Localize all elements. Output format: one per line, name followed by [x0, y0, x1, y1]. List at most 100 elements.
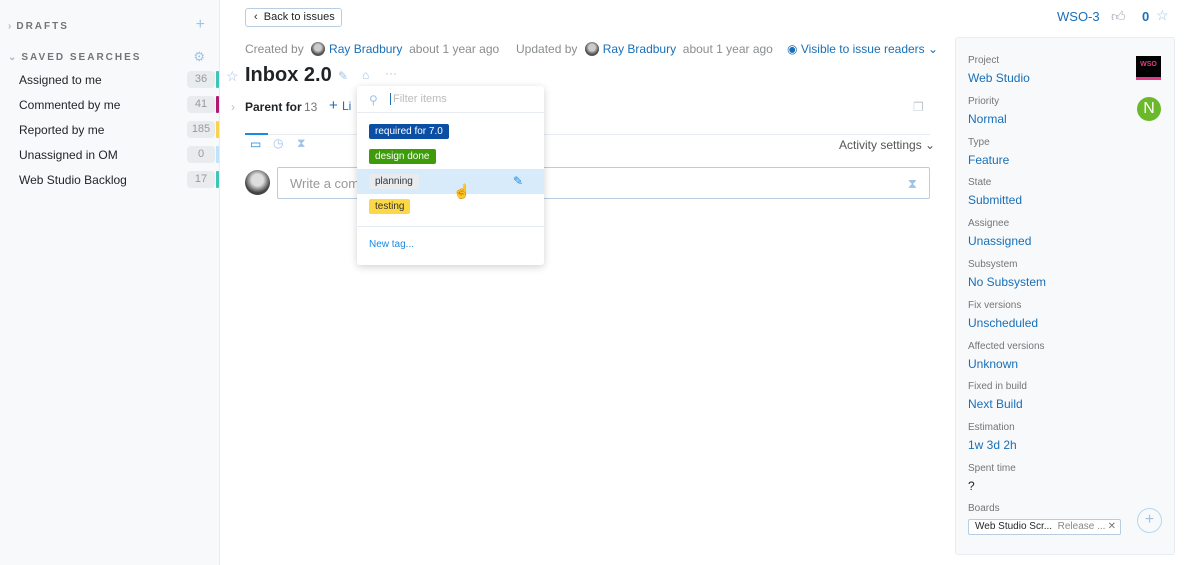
- saved-search-count: 17: [187, 171, 215, 188]
- add-board-button[interactable]: +: [1137, 508, 1162, 533]
- saved-search-label: Unassigned in OM: [19, 148, 118, 162]
- parent-count: 13: [304, 100, 318, 114]
- parent-for-label[interactable]: Parent for: [245, 100, 302, 114]
- active-tab-indicator: [245, 133, 268, 135]
- saved-search-label: Reported by me: [19, 123, 105, 137]
- saved-search-label: Assigned to me: [19, 73, 102, 87]
- updated-meta: Updated by Ray Bradbury about 1 year ago: [516, 42, 773, 56]
- vote-count: 0: [1142, 9, 1150, 24]
- drafts-section[interactable]: › DRAFTS: [8, 21, 69, 32]
- field-label: Subsystem: [968, 259, 1018, 270]
- copy-icon[interactable]: ❐: [913, 100, 924, 114]
- saved-search-item[interactable]: Commented by me 41: [19, 95, 219, 115]
- field-value[interactable]: Web Studio: [968, 71, 1030, 85]
- tag-option[interactable]: testing: [369, 199, 411, 214]
- eye-icon: ◉: [787, 42, 798, 56]
- saved-search-label: Web Studio Backlog: [19, 173, 127, 187]
- back-to-issues-button[interactable]: ‹ Back to issues: [245, 8, 342, 27]
- hand-cursor-icon: ☝: [453, 183, 471, 199]
- close-icon[interactable]: ✕: [1108, 520, 1116, 534]
- thumbs-up-icon[interactable]: 👍︎: [1111, 8, 1126, 25]
- visibility-label: Visible to issue readers: [800, 42, 925, 56]
- timer-tab-icon[interactable]: ◷: [273, 136, 283, 150]
- field-label: Spent time: [968, 463, 1016, 474]
- saved-search-item[interactable]: Assigned to me 36: [19, 70, 219, 90]
- color-marker: [216, 71, 219, 88]
- filter-input[interactable]: Filter items: [390, 93, 447, 105]
- activity-settings-label: Activity settings: [839, 138, 922, 152]
- board-name: Web Studio Scr...: [975, 521, 1053, 532]
- field-value[interactable]: Unscheduled: [968, 316, 1038, 330]
- field-value[interactable]: Normal: [968, 112, 1007, 126]
- field-value[interactable]: Feature: [968, 153, 1009, 167]
- saved-search-item[interactable]: Reported by me 185: [19, 120, 219, 140]
- color-marker: [216, 146, 219, 163]
- color-marker: [216, 171, 219, 188]
- field-label: Estimation: [968, 422, 1015, 434]
- tag-option[interactable]: planning: [369, 174, 419, 189]
- field-value[interactable]: 1w 3d 2h: [968, 438, 1017, 452]
- tag-dropdown: ⚲ Filter items required for 7.0 design do…: [357, 86, 544, 265]
- field-label: State: [968, 177, 992, 189]
- field-value[interactable]: Unassigned: [968, 234, 1031, 248]
- pencil-icon[interactable]: ✎: [513, 174, 523, 188]
- updated-ago: about 1 year ago: [682, 42, 773, 56]
- field-label: Type: [968, 136, 990, 148]
- saved-search-item[interactable]: Unassigned in OM 0: [19, 145, 219, 165]
- field-value[interactable]: Unknown: [968, 357, 1018, 371]
- saved-search-label: Commented by me: [19, 98, 121, 112]
- hourglass-tab-icon[interactable]: ⧗: [297, 136, 305, 151]
- star-icon[interactable]: ☆: [1156, 7, 1169, 24]
- issue-id[interactable]: WSO-3: [1057, 9, 1100, 24]
- field-label: Fix versions: [968, 299, 1022, 311]
- drafts-label: DRAFTS: [16, 21, 69, 32]
- board-chip[interactable]: Web Studio Scr... Release ... ✕: [968, 519, 1121, 535]
- more-icon[interactable]: ···: [385, 66, 397, 80]
- hourglass-icon[interactable]: ⧗: [908, 176, 917, 192]
- saved-search-item[interactable]: Web Studio Backlog 17: [19, 170, 219, 190]
- avatar: [311, 42, 326, 56]
- color-marker: [216, 121, 219, 138]
- saved-search-count: 36: [187, 71, 215, 88]
- board-sprint: Release ...: [1057, 521, 1106, 532]
- link-label: Li: [341, 99, 352, 113]
- chevron-right-icon[interactable]: ›: [231, 100, 235, 114]
- saved-search-count: 41: [187, 96, 215, 113]
- tag-option[interactable]: design done: [369, 149, 436, 164]
- field-label: Project: [968, 55, 1000, 66]
- gear-icon[interactable]: ⚙: [193, 49, 205, 65]
- comments-tab-icon[interactable]: ▭: [250, 137, 261, 151]
- field-label: Assignee: [968, 218, 1010, 230]
- updater-link[interactable]: Ray Bradbury: [603, 42, 676, 56]
- creator-link[interactable]: Ray Bradbury: [329, 42, 402, 56]
- field-value[interactable]: No Subsystem: [968, 275, 1046, 289]
- field-label: Priority: [968, 95, 1000, 107]
- fields-panel: Project Web Studio Priority Normal Type Featu…: [955, 37, 1175, 555]
- updated-by-label: Updated by: [516, 42, 578, 56]
- comment-placeholder: Write a com: [290, 176, 360, 191]
- avatar: [245, 170, 270, 195]
- saved-searches-section[interactable]: ⌄ SAVED SEARCHES: [8, 52, 141, 63]
- field-label: Affected versions: [968, 340, 1045, 352]
- created-ago: about 1 year ago: [409, 42, 500, 56]
- field-label: Fixed in build: [968, 381, 1027, 393]
- activity-settings-button[interactable]: Activity settings ⌄: [839, 138, 935, 152]
- back-label: Back to issues: [263, 11, 335, 23]
- add-draft-icon[interactable]: +: [196, 16, 205, 34]
- pencil-icon[interactable]: ✎: [338, 69, 348, 83]
- avatar: [584, 42, 599, 56]
- tag-option[interactable]: required for 7.0: [369, 124, 449, 139]
- new-tag-link[interactable]: New tag...: [369, 239, 414, 250]
- color-marker: [216, 96, 219, 113]
- field-value[interactable]: ?: [968, 479, 975, 493]
- field-value[interactable]: Submitted: [968, 193, 1022, 207]
- star-icon[interactable]: ☆: [226, 68, 239, 85]
- field-value[interactable]: Next Build: [968, 397, 1023, 411]
- sidebar: › DRAFTS + ⌄ SAVED SEARCHES ⚙ Assigned to …: [0, 0, 220, 565]
- tag-icon[interactable]: ⌂: [362, 68, 369, 82]
- visibility-button[interactable]: ◉ Visible to issue readers ⌄: [787, 42, 938, 56]
- boards-label: Boards: [968, 503, 1000, 514]
- link-button[interactable]: + Li: [329, 97, 351, 114]
- created-meta: Created by Ray Bradbury about 1 year ago: [245, 42, 499, 56]
- project-logo: WSO: [1136, 56, 1161, 80]
